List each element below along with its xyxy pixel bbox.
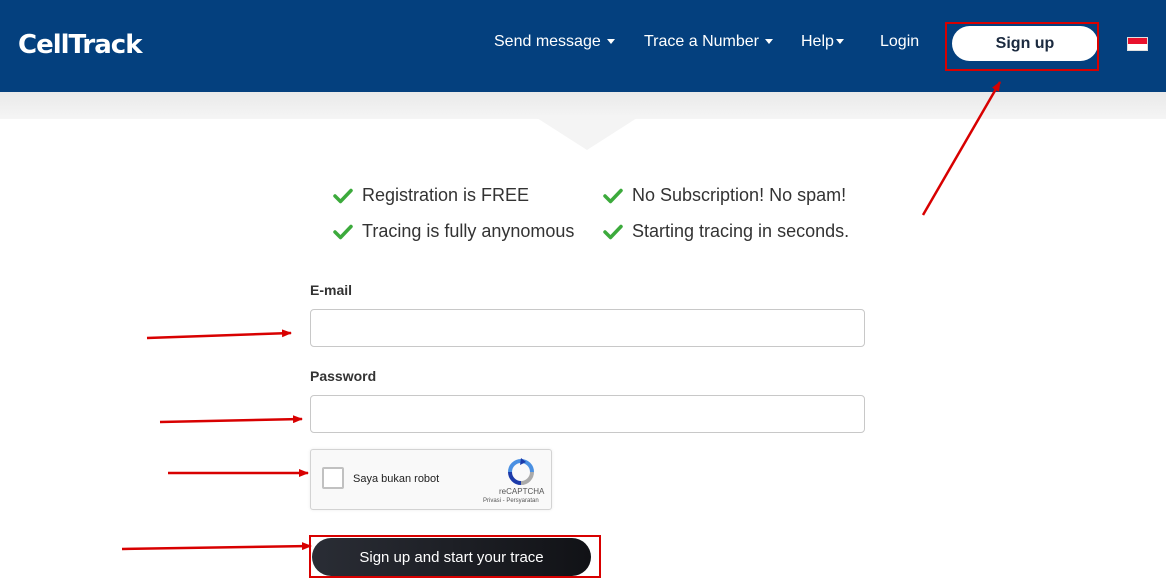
top-navigation-bar: CellTrack Send message Trace a Number He… — [0, 0, 1166, 92]
recaptcha-label: Saya bukan robot — [353, 473, 440, 485]
nav-trace-number[interactable]: Trace a Number — [644, 33, 773, 51]
chevron-down-icon — [835, 39, 844, 45]
recaptcha-logo-icon — [508, 458, 534, 485]
recaptcha-widget: Saya bukan robot reCAPTCHA Privasi - Per… — [310, 449, 552, 510]
benefit-text: Tracing is fully anynomous — [362, 221, 575, 241]
check-icon — [603, 224, 623, 239]
password-label: Password — [310, 368, 377, 384]
annotation-arrow-submit — [121, 542, 312, 551]
email-field[interactable] — [310, 309, 865, 347]
chevron-down-icon — [765, 39, 773, 45]
nav-login[interactable]: Login — [880, 33, 919, 51]
nav-trace-number-label: Trace a Number — [644, 33, 759, 50]
nav-help-label: Help — [801, 33, 834, 50]
email-label: E-mail — [310, 282, 353, 298]
recaptcha-brand: reCAPTCHA — [499, 487, 545, 496]
header-shadow-band — [0, 92, 1166, 119]
benefit-text: Starting tracing in seconds. — [632, 221, 850, 241]
benefit-text: No Subscription! No spam! — [632, 185, 847, 205]
nav-help[interactable]: Help — [801, 33, 844, 51]
check-icon — [333, 224, 353, 239]
signup-submit-button[interactable]: Sign up and start your trace — [312, 538, 591, 576]
recaptcha-links[interactable]: Privasi - Persyaratan — [483, 498, 539, 504]
nav-send-message[interactable]: Send message — [494, 33, 615, 51]
recaptcha-checkbox[interactable] — [322, 467, 344, 489]
annotation-arrow-email — [146, 329, 292, 340]
annotation-arrow-password — [159, 415, 303, 424]
celltrack-logo[interactable]: CellTrack — [18, 30, 142, 60]
password-field[interactable] — [310, 395, 865, 433]
benefit-no-subscription: No Subscription! No spam! — [603, 185, 846, 206]
nav-send-message-label: Send message — [494, 33, 601, 50]
check-icon — [603, 188, 623, 203]
nav-login-label: Login — [880, 33, 920, 50]
header-notch — [537, 118, 637, 150]
benefit-start-fast: Starting tracing in seconds. — [603, 221, 849, 242]
benefit-text: Registration is FREE — [362, 185, 530, 205]
benefit-anonymous: Tracing is fully anynomous — [333, 221, 574, 242]
benefit-registration-free: Registration is FREE — [333, 185, 529, 206]
indonesia-flag-icon[interactable] — [1127, 37, 1148, 51]
check-icon — [333, 188, 353, 203]
signup-button[interactable]: Sign up — [952, 26, 1098, 61]
chevron-down-icon — [606, 39, 615, 45]
